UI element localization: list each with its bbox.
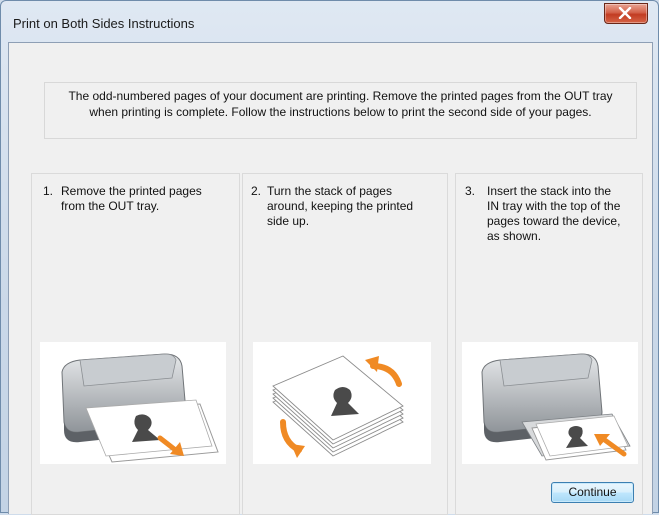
step-text-line: from the OUT tray. xyxy=(61,199,160,213)
step-text: Insert the stack into the IN tray with t… xyxy=(487,184,620,244)
step-text: Remove the printed pages from the OUT tr… xyxy=(61,184,202,214)
printer-in-tray-illustration xyxy=(462,342,638,464)
step-number: 3. xyxy=(465,184,476,198)
step-text-line: pages toward the device, xyxy=(487,214,621,228)
instruction-message: The odd-numbered pages of your document … xyxy=(44,82,637,139)
printer-out-tray-illustration xyxy=(40,342,226,464)
close-icon xyxy=(618,7,632,19)
continue-button[interactable]: Continue xyxy=(551,482,634,503)
dialog-content: The odd-numbered pages of your document … xyxy=(8,42,653,515)
close-button[interactable] xyxy=(604,3,648,24)
title-bar[interactable]: Print on Both Sides Instructions xyxy=(1,1,658,41)
step-text-line: Turn the stack of pages xyxy=(267,184,392,198)
rotate-stack-illustration xyxy=(253,342,431,464)
dialog-window: Print on Both Sides Instructions The odd… xyxy=(0,0,659,515)
step-panel-2: 2. Turn the stack of pages around, keepi… xyxy=(242,173,448,515)
step-text: Turn the stack of pages around, keeping … xyxy=(267,184,413,229)
step-number: 1. xyxy=(43,184,54,198)
step-text-line: side up. xyxy=(267,214,310,228)
window-title: Print on Both Sides Instructions xyxy=(13,16,195,31)
step-panel-3: 3. Insert the stack into the IN tray wit… xyxy=(455,173,643,515)
step-text-line: Remove the printed pages xyxy=(61,184,202,198)
message-line-2: when printing is complete. Follow the in… xyxy=(89,105,592,119)
step-text-line: Insert the stack into the xyxy=(487,184,612,198)
step-text-line: as shown. xyxy=(487,229,542,243)
step-panel-1: 1. Remove the printed pages from the OUT… xyxy=(31,173,240,515)
step-text-line: IN tray with the top of the xyxy=(487,199,621,213)
step-number: 2. xyxy=(251,184,262,198)
step-text-line: around, keeping the printed xyxy=(267,199,414,213)
message-line-1: The odd-numbered pages of your document … xyxy=(68,89,613,103)
